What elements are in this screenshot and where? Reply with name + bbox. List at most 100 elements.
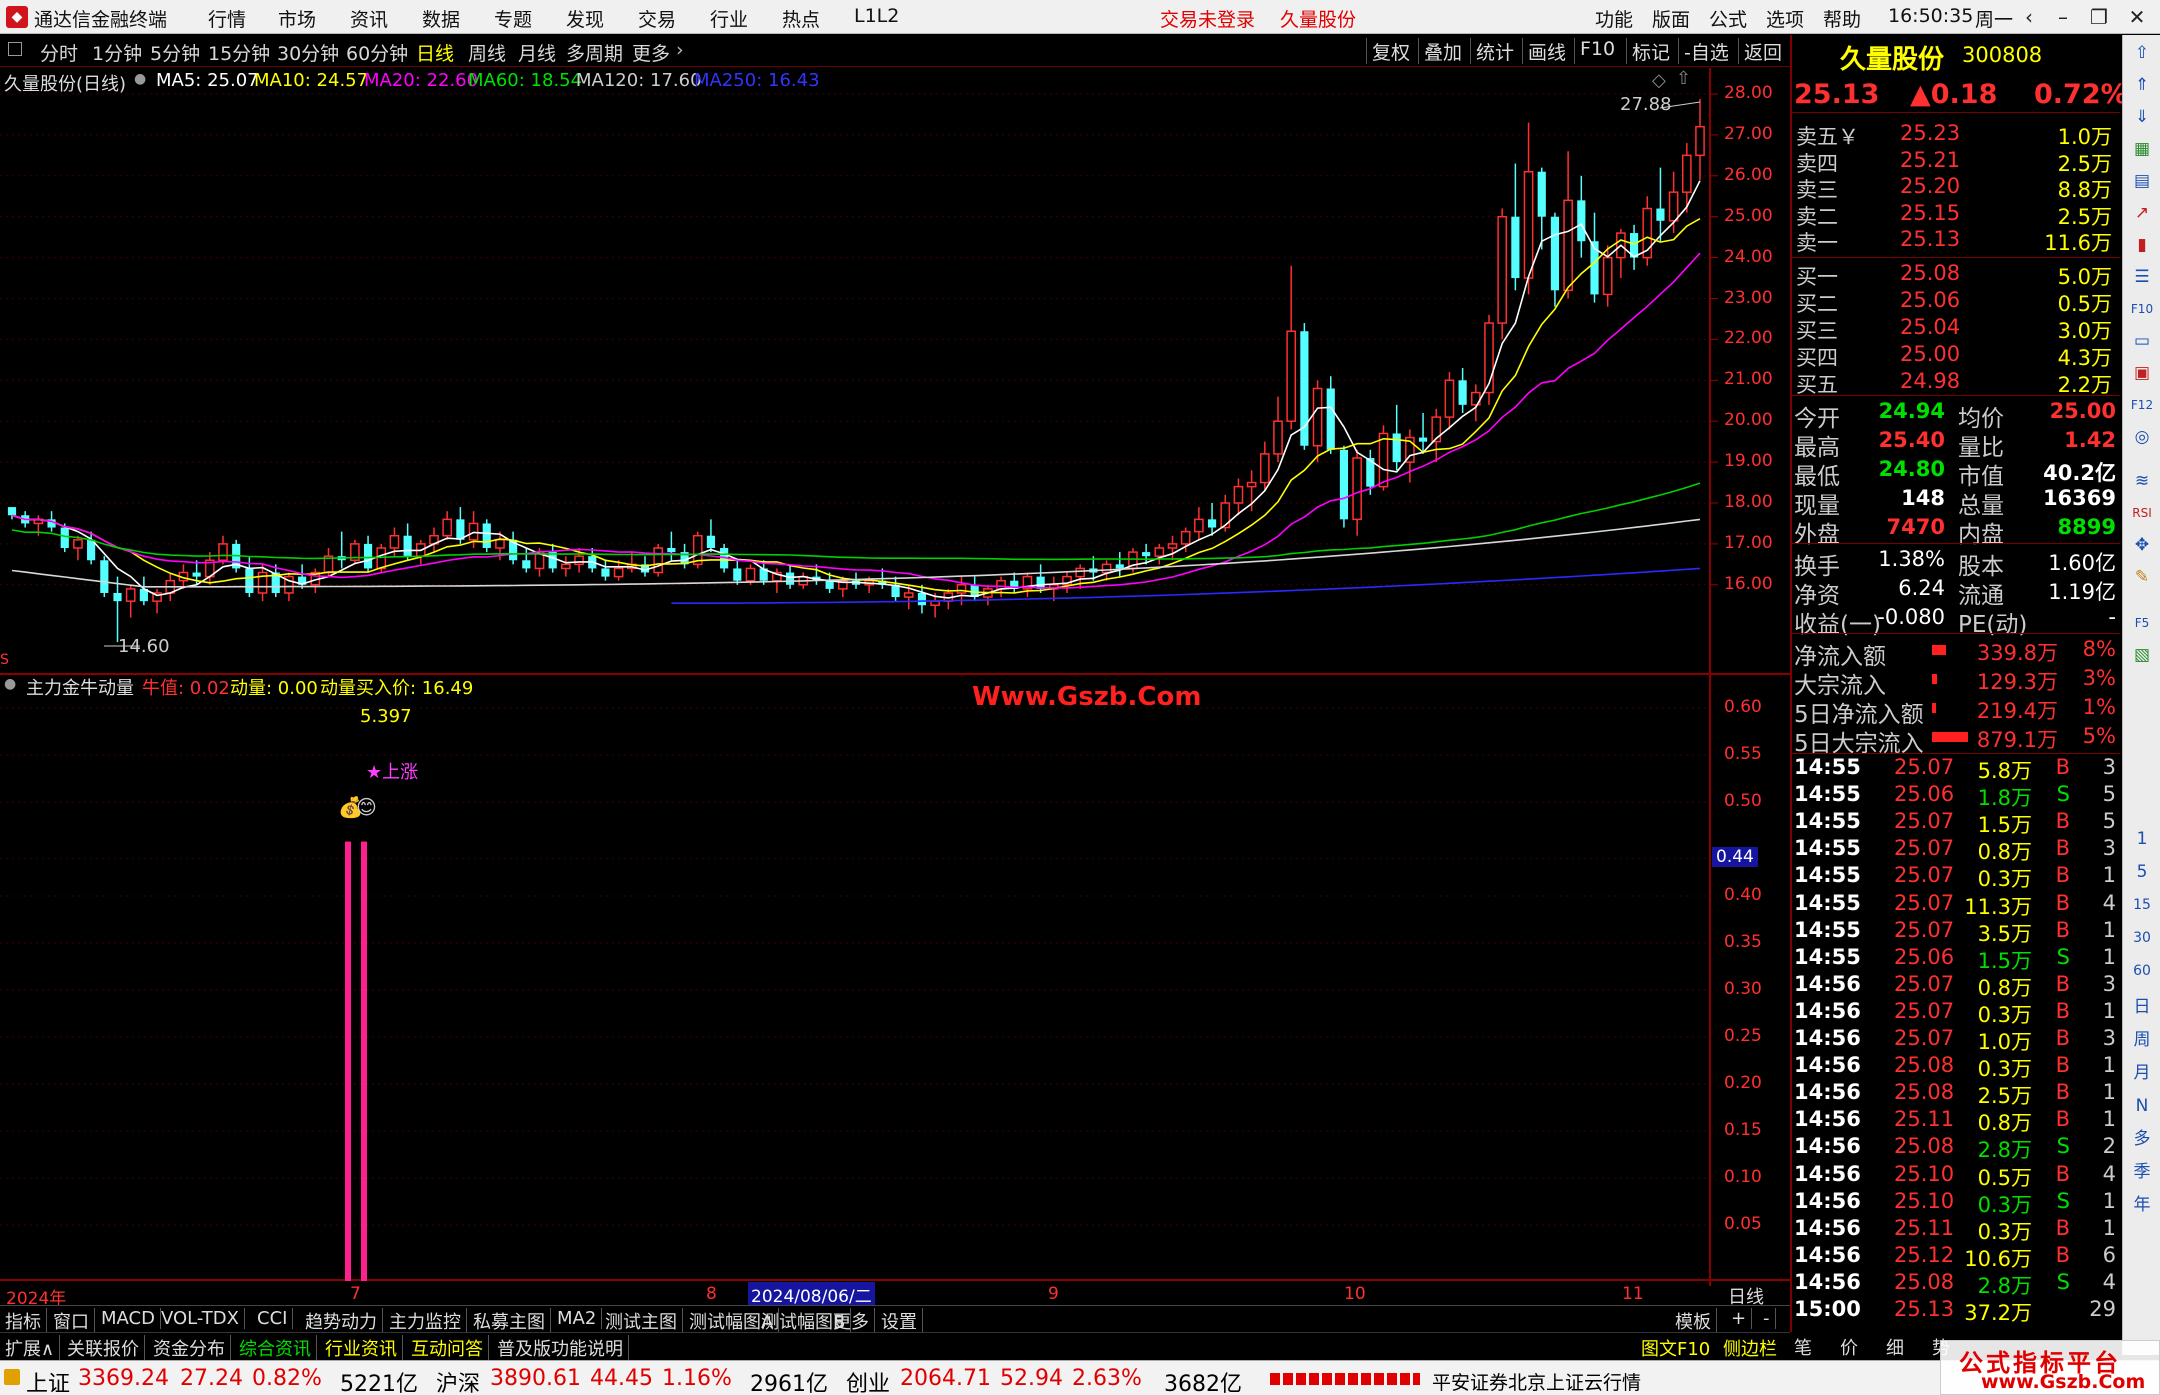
overlay-button[interactable]: 叠加	[1418, 38, 1462, 64]
arrow-up-outline-icon[interactable]: ⇑	[2127, 71, 2157, 99]
vtool-period-3[interactable]: N	[2127, 1092, 2157, 1120]
chart-icon[interactable]: ▧	[2127, 641, 2157, 669]
crosshair-icon[interactable]: ✥	[2127, 531, 2157, 559]
info-tab[interactable]: 互动问答	[406, 1335, 489, 1361]
template-tab[interactable]: +	[1726, 1308, 1753, 1329]
trade-login-status[interactable]: 交易未登录	[1160, 5, 1255, 32]
menu-market[interactable]: 市场	[278, 5, 316, 32]
menu-news[interactable]: 资讯	[350, 5, 388, 32]
expand-icon[interactable]: ⇧	[1676, 68, 1691, 89]
info-tab[interactable]: 普及版功能说明	[492, 1335, 629, 1361]
indicator-tab[interactable]: MACD	[96, 1308, 161, 1329]
draw-button[interactable]: 画线	[1522, 38, 1566, 64]
period-tab-more[interactable]: 更多	[632, 39, 670, 66]
target-icon[interactable]: ◎	[2127, 423, 2157, 451]
side-tab[interactable]: 细	[1886, 1334, 1904, 1360]
stats-button[interactable]: 统计	[1470, 38, 1514, 64]
period-tab-intraday[interactable]: 分时	[40, 39, 78, 66]
return-button[interactable]: 返回	[1738, 38, 1782, 64]
indicator-tab[interactable]: CCI	[252, 1308, 294, 1329]
sh-label[interactable]: 上证	[26, 1366, 70, 1395]
indicator-tab[interactable]: 测试主图	[600, 1308, 683, 1334]
kline-chart[interactable]: 久量股份(日线) ● MA5: 25.07 MA10: 24.57 MA20: 22…	[0, 68, 1790, 1309]
menu-l1l2[interactable]: L1L2	[854, 5, 899, 27]
indicator-tab[interactable]: VOL-TDX	[156, 1308, 245, 1329]
signal-icon[interactable]: ≋	[2127, 467, 2157, 495]
vtool-period-11[interactable]: 60	[2127, 957, 2157, 985]
menu-layout[interactable]: 版面	[1652, 5, 1690, 32]
period-tab-monthly[interactable]: 月线	[518, 39, 556, 66]
vtool-period-10[interactable]: 30	[2127, 924, 2157, 952]
hs-label[interactable]: 沪深	[436, 1366, 480, 1395]
template-tab[interactable]: -	[1758, 1308, 1776, 1329]
period-tab-60min[interactable]: 60分钟	[346, 39, 408, 66]
menu-options[interactable]: 选项	[1766, 5, 1804, 32]
vtool-period-1[interactable]: 周	[2127, 1026, 2157, 1054]
side-tab[interactable]: 价	[1840, 1334, 1858, 1360]
vtool-period-8[interactable]: 5	[2127, 858, 2157, 886]
checkbox-icon[interactable]	[8, 42, 22, 56]
side-tab[interactable]: 笔	[1794, 1334, 1812, 1360]
mark-button[interactable]: 标记	[1626, 38, 1670, 64]
vtool-period-0[interactable]: 日	[2127, 993, 2157, 1021]
vtool-period-2[interactable]: 月	[2127, 1059, 2157, 1087]
vtool-period-6[interactable]: 年	[2127, 1191, 2157, 1219]
close-icon[interactable]: ✕	[2120, 3, 2154, 31]
vtool-period-4[interactable]: 多	[2127, 1125, 2157, 1153]
period-tab-15min[interactable]: 15分钟	[208, 39, 270, 66]
period-tab-30min[interactable]: 30分钟	[277, 39, 339, 66]
rsi-icon[interactable]: RSI	[2127, 499, 2157, 527]
menu-quotes[interactable]: 行情	[208, 5, 246, 32]
grid-icon[interactable]: ▦	[2127, 135, 2157, 163]
remove-favorite-button[interactable]: -自选	[1678, 38, 1729, 64]
menu-function[interactable]: 功能	[1595, 5, 1633, 32]
f10-text-tab[interactable]: 图文F10	[1636, 1335, 1715, 1361]
info-tab[interactable]: 扩展∧	[0, 1335, 61, 1361]
indicator-options-icon[interactable]: ●	[4, 676, 16, 692]
arrow-up-icon[interactable]: ⇧	[2127, 39, 2157, 67]
indicator-tab[interactable]: 设置	[876, 1308, 923, 1334]
cy-label[interactable]: 创业	[846, 1366, 890, 1395]
vtool-period-9[interactable]: 15	[2127, 891, 2157, 919]
pencil-icon[interactable]: ✎	[2127, 563, 2157, 591]
list-icon[interactable]: ☰	[2127, 263, 2157, 291]
indicator-tab[interactable]: 私募主图	[468, 1308, 551, 1334]
period-tab-daily[interactable]: 日线	[416, 39, 454, 66]
info-tab[interactable]: 资金分布	[148, 1335, 231, 1361]
chart-options-icon[interactable]: ●	[134, 71, 146, 87]
line-chart-icon[interactable]: ↗	[2127, 199, 2157, 227]
diamond-icon[interactable]: ◇	[1652, 70, 1666, 91]
menu-trade[interactable]: 交易	[638, 5, 676, 32]
indicator-tab[interactable]: 窗口	[48, 1308, 95, 1334]
menu-discover[interactable]: 发现	[566, 5, 604, 32]
indicator-tab[interactable]: 趋势动力	[300, 1308, 383, 1334]
table-icon[interactable]: ▤	[2127, 167, 2157, 195]
info-tab[interactable]: 关联报价	[62, 1335, 145, 1361]
restore-icon[interactable]: ❐	[2082, 3, 2116, 31]
period-tab-multi[interactable]: 多周期	[566, 39, 623, 66]
period-tab-weekly[interactable]: 周线	[468, 39, 506, 66]
menu-topics[interactable]: 专题	[494, 5, 532, 32]
template-tab[interactable]: 模板	[1670, 1308, 1717, 1334]
minimize-icon[interactable]: –	[2046, 3, 2080, 31]
menu-help[interactable]: 帮助	[1823, 5, 1861, 32]
arrow-down-icon[interactable]: ⇓	[2127, 103, 2157, 131]
indicator-tab[interactable]: MA2	[552, 1308, 603, 1329]
period-tab-1min[interactable]: 1分钟	[92, 39, 142, 66]
adjust-button[interactable]: 复权	[1366, 38, 1410, 64]
vtool-period-5[interactable]: 季	[2127, 1158, 2157, 1186]
f5-icon[interactable]: F5	[2127, 609, 2157, 637]
chevron-right-icon[interactable]: ›	[676, 39, 684, 61]
indicator-tab[interactable]: 更多	[828, 1308, 875, 1334]
info-tab[interactable]: 综合资讯	[234, 1335, 317, 1361]
notes-icon[interactable]: ▣	[2127, 359, 2157, 387]
back-arrow-icon[interactable]: ‹	[2012, 3, 2046, 31]
document-icon[interactable]: ▭	[2127, 327, 2157, 355]
vtool-period-7[interactable]: 1	[2127, 825, 2157, 853]
f10-icon[interactable]: F10	[2127, 295, 2157, 323]
f12-icon[interactable]: F12	[2127, 391, 2157, 419]
menu-formula[interactable]: 公式	[1709, 5, 1747, 32]
info-tab[interactable]: 行业资讯	[320, 1335, 403, 1361]
period-tab-5min[interactable]: 5分钟	[150, 39, 200, 66]
menu-industry[interactable]: 行业	[710, 5, 748, 32]
